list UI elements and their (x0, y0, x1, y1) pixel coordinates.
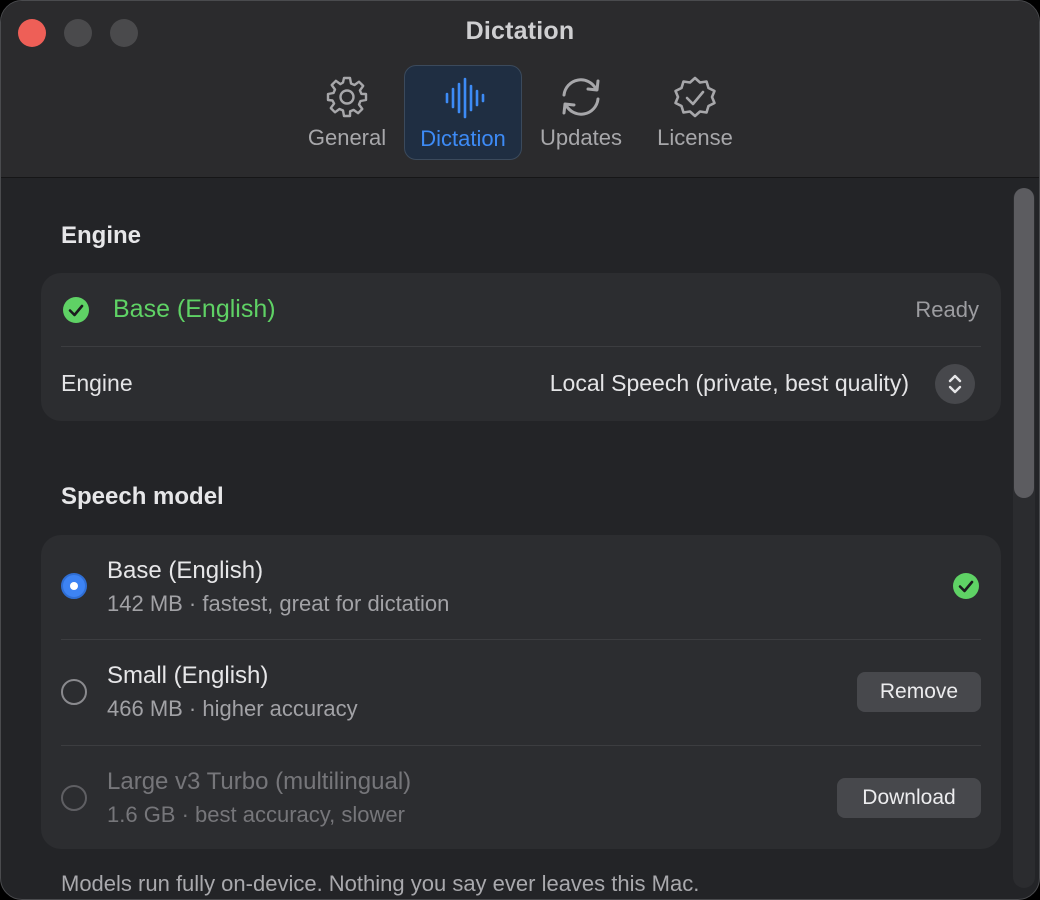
model-radio[interactable] (61, 679, 87, 705)
tab-label: General (307, 125, 387, 150)
engine-card: Base (English) Ready Engine Local Speech… (41, 273, 1001, 421)
engine-select-value[interactable]: Local Speech (private, best quality) (550, 370, 909, 397)
tab-dictation[interactable]: Dictation (404, 65, 522, 160)
engine-section-title: Engine (61, 222, 142, 249)
chevron-up-down-icon (947, 373, 963, 400)
model-description: 142 MB · fastest, great for dictation (107, 591, 450, 616)
model-name: Small (English) (107, 662, 269, 689)
engine-select-button[interactable] (935, 364, 975, 404)
window-title: Dictation (465, 17, 575, 45)
engine-status-text: Ready (915, 297, 979, 322)
installed-check-icon (953, 573, 979, 604)
engine-label: Engine (61, 370, 133, 396)
settings-content: Engine Base (English) Ready Engine Local… (1, 178, 1039, 899)
preferences-window: Dictation General Dictation Updates Lice… (0, 0, 1040, 900)
model-name: Base (English) (107, 557, 264, 584)
scrollbar-thumb[interactable] (1014, 188, 1034, 498)
privacy-note: Models run fully on-device. Nothing you … (61, 871, 700, 896)
tab-general[interactable]: General (288, 65, 406, 160)
model-name: Large v3 Turbo (multilingual) (107, 768, 412, 795)
download-button[interactable]: Download (837, 778, 981, 818)
status-check-icon (63, 297, 89, 328)
model-radio[interactable] (61, 785, 87, 811)
tab-label: Updates (540, 125, 622, 150)
model-row-base[interactable]: Base (English) 142 MB · fastest, great f… (41, 535, 1001, 639)
speech-model-section-title: Speech model (61, 483, 224, 510)
tab-license[interactable]: License (636, 65, 754, 160)
tab-updates[interactable]: Updates (522, 65, 640, 160)
speech-model-card: Base (English) 142 MB · fastest, great f… (41, 535, 1001, 849)
toolbar: Dictation General Dictation Updates Lice… (1, 1, 1039, 178)
model-description: 1.6 GB · best accuracy, slower (107, 802, 405, 827)
divider (61, 346, 981, 347)
engine-status-label: Base (English) (113, 295, 276, 323)
model-row-small[interactable]: Small (English) 466 MB · higher accuracy… (41, 640, 1001, 745)
model-description: 466 MB · higher accuracy (107, 696, 358, 721)
tab-label: License (657, 125, 733, 150)
model-radio-selected[interactable] (61, 573, 87, 599)
remove-button[interactable]: Remove (857, 672, 981, 712)
model-row-large[interactable]: Large v3 Turbo (multilingual) 1.6 GB · b… (41, 746, 1001, 849)
tab-label: Dictation (420, 126, 506, 151)
